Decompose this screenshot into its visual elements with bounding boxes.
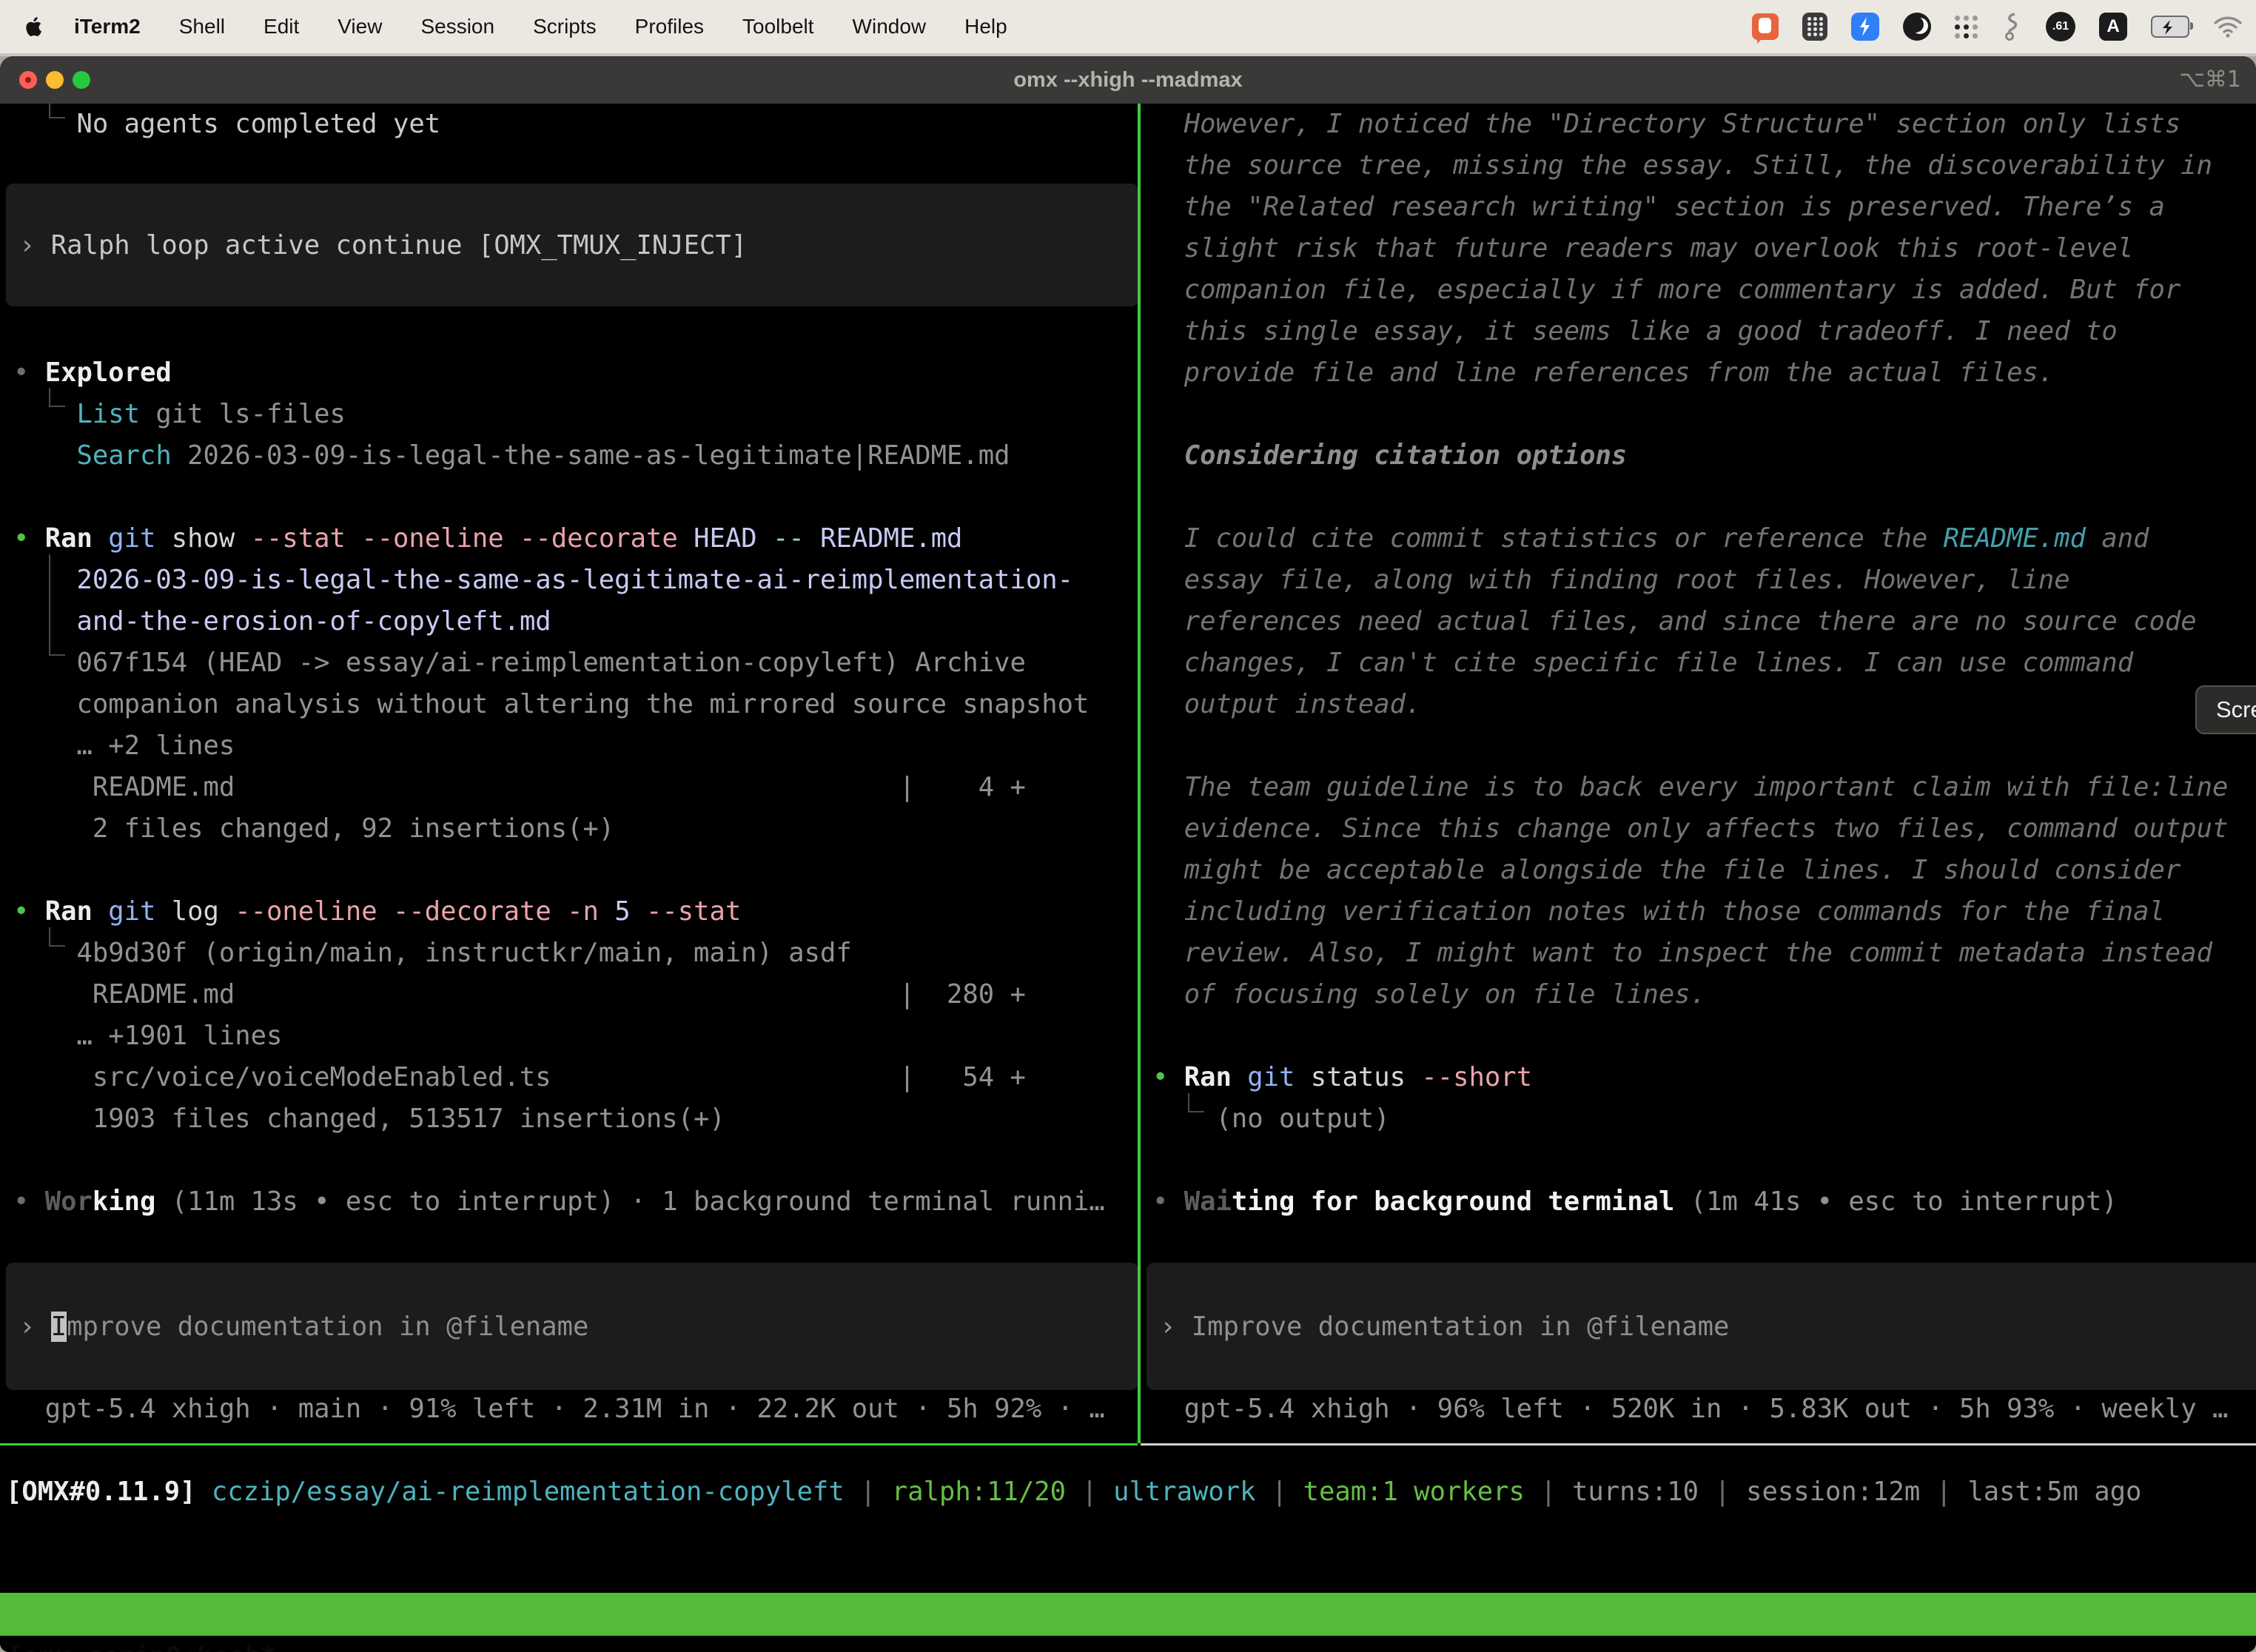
battery-icon[interactable] (2151, 16, 2189, 38)
right-pane-border (1141, 1443, 2256, 1446)
right-prompt-input[interactable]: › Improve documentation in @filename (1147, 1263, 2256, 1390)
menu-item-shell[interactable]: Shell (179, 15, 225, 38)
moon-circle-icon[interactable] (1903, 13, 1931, 41)
apple-menu-icon[interactable] (25, 16, 44, 38)
inject-banner: › Ralph loop active continue [OMX_TMUX_I… (6, 184, 1138, 306)
screen-tooltip[interactable]: Scre (2195, 685, 2256, 734)
screen-tooltip-label: Scre (2216, 696, 2256, 723)
wifi-icon[interactable] (2213, 16, 2243, 38)
right-pane[interactable]: However, I noticed the "Directory Struct… (1141, 104, 2256, 1443)
left-pane-border (0, 1443, 1138, 1446)
squiggle-icon[interactable] (2001, 12, 2022, 41)
desktop: { "menu_bar": { "items": ["iTerm2", "She… (0, 0, 2256, 1652)
tree-guide (1188, 1111, 1204, 1112)
window-shortcut: ⌥⌘1 (2179, 56, 2241, 104)
text-cursor: I (51, 1312, 67, 1342)
tmux-session-label[interactable]: [omx-cczip0:bash* (7, 1636, 276, 1652)
tmux-status-bar: [omx-cczip0:bash* "MacBook-Pro-44.local"… (0, 1593, 2256, 1636)
chat-app-icon[interactable] (1752, 13, 1779, 40)
menu-item-session[interactable]: Session (420, 15, 494, 38)
keypad-icon[interactable] (1802, 13, 1827, 41)
omx-status-line: [OMX#0.11.9] cczip/essay/ai-reimplementa… (0, 1471, 2256, 1513)
prompt-caret: › (19, 1312, 51, 1342)
battery-percent-badge-icon[interactable]: .61 (2046, 12, 2075, 41)
menu-item-edit[interactable]: Edit (263, 15, 299, 38)
tree-guide (49, 104, 50, 118)
menu-item-help[interactable]: Help (964, 15, 1007, 38)
dots-grid-icon[interactable] (1955, 16, 1978, 38)
tree-guide (49, 654, 65, 656)
menu-item-profiles[interactable]: Profiles (635, 15, 704, 38)
tree-guide (49, 554, 50, 656)
tree-guide (49, 388, 50, 407)
left-pane[interactable]: No agents completed yet• Explored List g… (0, 104, 1138, 1443)
menu-item-view[interactable]: View (338, 15, 382, 38)
tree-guide (49, 117, 65, 118)
left-prompt-input[interactable]: › Improve documentation in @filename (6, 1263, 1138, 1390)
tree-guide (49, 945, 65, 947)
terminal: No agents completed yet• Explored List g… (0, 104, 2256, 1652)
tree-guide (49, 927, 50, 947)
lightning-badge-icon[interactable] (1851, 13, 1879, 41)
menu-item-toolbelt[interactable]: Toolbelt (742, 15, 814, 38)
prompt-caret: › (1160, 1312, 1192, 1342)
input-source-icon[interactable]: A (2099, 13, 2127, 41)
tree-guide (1188, 1093, 1189, 1112)
title-bar: omx --xhigh --madmax ⌥⌘1 (0, 56, 2256, 104)
menu-item-iterm2[interactable]: iTerm2 (74, 15, 141, 38)
menu-bar-status-icons: .61 A (1752, 12, 2256, 41)
prompt-caret: › (19, 230, 51, 261)
iterm-window: omx --xhigh --madmax ⌥⌘1 No agents compl… (0, 56, 2256, 1652)
menu-item-window[interactable]: Window (853, 15, 927, 38)
menu-item-scripts[interactable]: Scripts (533, 15, 597, 38)
tree-guide (49, 406, 65, 407)
window-title: omx --xhigh --madmax (0, 56, 2256, 104)
menu-bar: iTerm2 Shell Edit View Session Scripts P… (0, 0, 2256, 53)
